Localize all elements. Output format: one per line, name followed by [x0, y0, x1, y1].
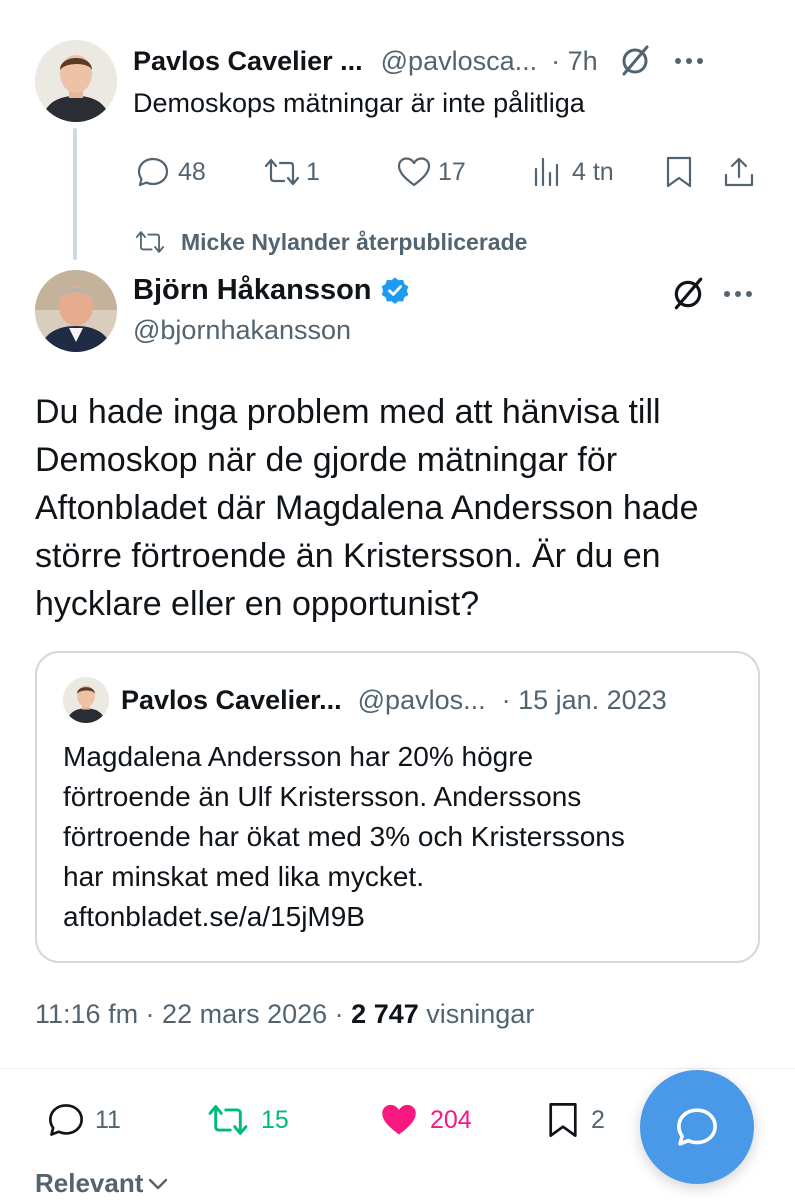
tweet-date: · 15 jan. 2023	[501, 685, 667, 715]
heart-icon	[378, 1101, 420, 1139]
author-name[interactable]: Pavlos Cavelier ...	[133, 46, 363, 77]
reply-icon	[47, 1101, 85, 1139]
quoted-tweet-card[interactable]: Pavlos Cavelier... @pavlos... · 15 jan. …	[35, 651, 760, 963]
quoted-tweet-header: Pavlos Cavelier... @pavlos... · 15 jan. …	[121, 685, 667, 716]
sort-label: Relevant	[35, 1168, 144, 1198]
repost-button[interactable]: 1	[262, 155, 320, 189]
bookmark-icon	[545, 1101, 581, 1139]
tweet-timestamp[interactable]: 11:16 fm · 22 mars 2026 ·	[35, 999, 344, 1029]
quoted-text-line: förtroende har ökat med 3% och Kristerss…	[63, 821, 625, 852]
views-icon	[532, 155, 564, 189]
bookmark-button[interactable]: 2	[545, 1101, 605, 1139]
quoted-tweet-text: Magdalena Andersson har 20% högre förtro…	[63, 737, 743, 937]
views-count: 4 tn	[572, 157, 614, 186]
repost-count: 1	[306, 157, 320, 186]
quoted-link: aftonbladet.se/a/15jM9B	[63, 901, 365, 932]
repost-icon	[205, 1101, 251, 1139]
avatar[interactable]	[35, 270, 117, 352]
tweet-text-line: Aftonbladet där Magdalena Andersson hade	[35, 489, 699, 527]
author-name[interactable]: Björn Håkansson	[133, 274, 372, 307]
tweet-header: Pavlos Cavelier ... @pavlosca... · 7h	[133, 44, 773, 78]
tweet-meta: 11:16 fm · 22 mars 2026 · 2 747 visninga…	[35, 999, 534, 1030]
tweet-text-line: större förtroende än Kristersson. Är du …	[35, 537, 661, 575]
repost-notice[interactable]: Micke Nylander återpublicerade	[133, 228, 527, 256]
like-count: 17	[438, 157, 466, 186]
avatar	[63, 677, 109, 723]
reply-count: 48	[178, 157, 206, 186]
tweet-time[interactable]: · 7h	[551, 46, 598, 77]
like-button[interactable]: 17	[396, 155, 466, 189]
grok-icon[interactable]	[618, 44, 652, 78]
repost-count: 15	[261, 1105, 289, 1134]
quoted-text-line: Magdalena Andersson har 20% högre	[63, 741, 534, 772]
reply-icon	[675, 1105, 719, 1149]
repost-icon	[133, 228, 167, 256]
more-options-icon[interactable]	[674, 57, 704, 65]
heart-icon	[396, 155, 432, 189]
share-button[interactable]	[722, 155, 756, 189]
tweet-text-line: Du hade inga problem med att hänvisa til…	[35, 393, 661, 431]
more-options-icon[interactable]	[723, 290, 753, 298]
share-icon	[722, 155, 756, 189]
bookmark-icon	[663, 155, 695, 189]
quoted-text-line: förtroende än Ulf Kristersson. Andersson…	[63, 781, 582, 812]
bookmark-button[interactable]	[663, 155, 695, 189]
author-name: Pavlos Cavelier...	[121, 685, 342, 715]
tweet-text-line: hycklare eller en opportunist?	[35, 585, 480, 623]
verified-badge-icon	[380, 276, 410, 306]
repost-icon	[262, 155, 302, 189]
thread-connector-line	[73, 128, 77, 260]
author-handle: @pavlos...	[357, 685, 486, 715]
views-button[interactable]: 4 tn	[532, 155, 614, 189]
reply-button[interactable]: 48	[136, 155, 206, 189]
bookmark-count: 2	[591, 1105, 605, 1134]
repost-notice-text: Micke Nylander återpublicerade	[181, 228, 528, 255]
chevron-down-icon	[147, 1177, 169, 1191]
tweet-text: Demoskops mätningar är inte pålitliga	[133, 88, 585, 118]
author-handle[interactable]: @bjornhakansson	[133, 315, 351, 346]
author-name-row[interactable]: Björn Håkansson	[133, 274, 410, 307]
views-label: visningar	[426, 999, 535, 1029]
divider	[0, 1068, 795, 1069]
like-count: 204	[430, 1105, 472, 1134]
grok-icon[interactable]	[670, 276, 706, 312]
reply-sort-dropdown[interactable]: Relevant	[35, 1168, 169, 1199]
reply-button[interactable]: 11	[47, 1101, 121, 1139]
reply-count: 11	[95, 1105, 121, 1134]
tweet-text-line: Demoskop när de gjorde mätningar för	[35, 441, 618, 479]
reply-icon	[136, 155, 170, 189]
compose-reply-fab[interactable]	[640, 1070, 754, 1184]
avatar[interactable]	[35, 40, 117, 122]
repost-button[interactable]: 15	[205, 1101, 289, 1139]
tweet-text: Du hade inga problem med att hänvisa til…	[35, 388, 765, 628]
quoted-text-line: har minskat med lika mycket.	[63, 861, 424, 892]
like-button[interactable]: 204	[378, 1101, 472, 1139]
views-count: 2 747	[351, 999, 419, 1029]
author-handle[interactable]: @pavlosca...	[381, 46, 537, 77]
